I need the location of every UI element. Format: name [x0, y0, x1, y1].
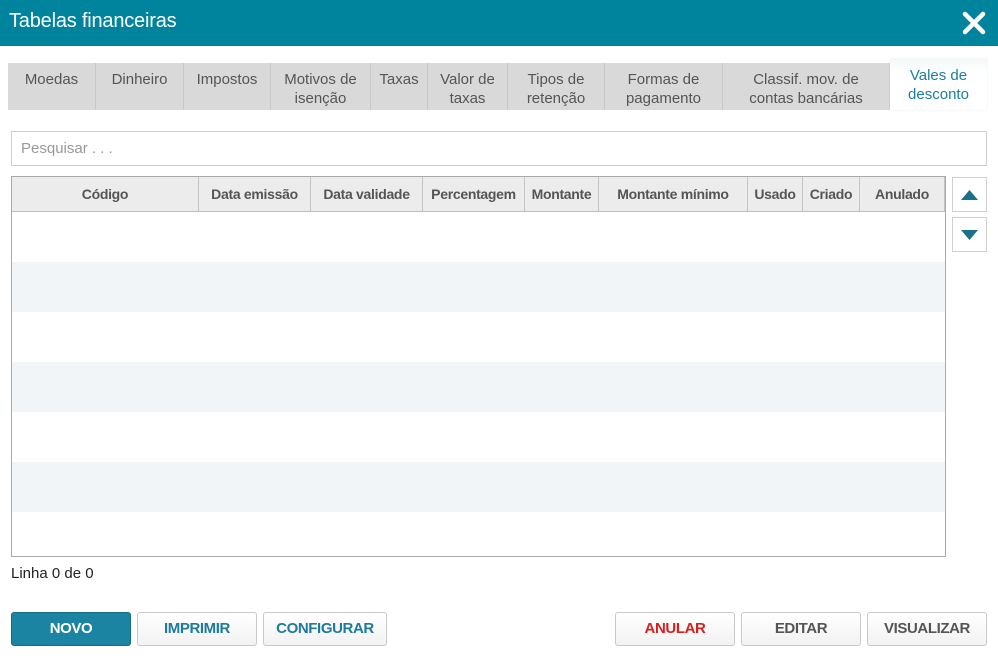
tab-classif-mov-contas[interactable]: Classif. mov. de contas bancárias	[723, 63, 890, 110]
close-button[interactable]	[960, 9, 988, 37]
table-row[interactable]	[12, 312, 945, 362]
configurar-button[interactable]: CONFIGURAR	[263, 612, 387, 646]
scroll-up-button[interactable]	[952, 177, 987, 212]
tab-impostos[interactable]: Impostos	[184, 63, 271, 110]
scroll-down-button[interactable]	[952, 217, 987, 252]
column-header-usado[interactable]: Usado	[748, 177, 803, 211]
column-header-criado[interactable]: Criado	[803, 177, 860, 211]
tab-label: Formas de pagamento	[625, 71, 702, 107]
data-table: Código Data emissão Data validade Percen…	[11, 176, 946, 557]
triangle-down-icon	[961, 230, 978, 240]
tab-label: Motivos de isenção	[284, 71, 357, 107]
table-row[interactable]	[12, 412, 945, 462]
table-row[interactable]	[12, 462, 945, 512]
editar-button[interactable]: EDITAR	[741, 612, 861, 646]
tab-label: Dinheiro	[111, 71, 168, 88]
tab-label: Tipos de retenção	[526, 71, 586, 107]
tab-label: Moedas	[24, 71, 79, 88]
tab-dinheiro[interactable]: Dinheiro	[96, 63, 184, 110]
imprimir-button[interactable]: IMPRIMIR	[137, 612, 257, 646]
tab-taxas[interactable]: Taxas	[371, 63, 428, 110]
tab-label: Classif. mov. de contas bancárias	[749, 71, 863, 107]
tab-tipos-retencao[interactable]: Tipos de retenção	[508, 63, 605, 110]
tab-label: Vales de desconto	[908, 67, 969, 103]
table-row[interactable]	[12, 362, 945, 412]
title-bar: Tabelas financeiras	[0, 0, 998, 46]
novo-button[interactable]: NOVO	[11, 612, 131, 646]
tab-formas-pagamento[interactable]: Formas de pagamento	[605, 63, 723, 110]
tab-valor-taxas[interactable]: Valor de taxas	[428, 63, 508, 110]
tab-moedas[interactable]: Moedas	[8, 63, 96, 110]
column-header-percentagem[interactable]: Percentagem	[423, 177, 525, 211]
table-header: Código Data emissão Data validade Percen…	[12, 177, 945, 212]
search-input[interactable]	[11, 131, 987, 166]
window-title: Tabelas financeiras	[9, 10, 177, 32]
column-header-anulado[interactable]: Anulado	[860, 177, 945, 211]
tab-vales-desconto[interactable]: Vales de desconto	[890, 59, 987, 110]
tab-motivos-isencao[interactable]: Motivos de isenção	[271, 63, 371, 110]
column-header-codigo[interactable]: Código	[12, 177, 199, 211]
row-count-status: Linha 0 de 0	[11, 565, 94, 582]
visualizar-button[interactable]: VISUALIZAR	[867, 612, 987, 646]
table-row[interactable]	[12, 262, 945, 312]
tab-label: Taxas	[379, 71, 419, 88]
tab-label: Valor de taxas	[440, 71, 495, 107]
close-icon	[962, 11, 986, 35]
anular-button[interactable]: ANULAR	[615, 612, 735, 646]
column-header-montante-minimo[interactable]: Montante mínimo	[599, 177, 748, 211]
table-row[interactable]	[12, 512, 945, 556]
table-row[interactable]	[12, 212, 945, 262]
column-header-data-emissao[interactable]: Data emissão	[199, 177, 311, 211]
triangle-up-icon	[961, 190, 978, 200]
column-header-data-validade[interactable]: Data validade	[311, 177, 423, 211]
tab-label: Impostos	[196, 71, 258, 88]
column-header-montante[interactable]: Montante	[525, 177, 599, 211]
